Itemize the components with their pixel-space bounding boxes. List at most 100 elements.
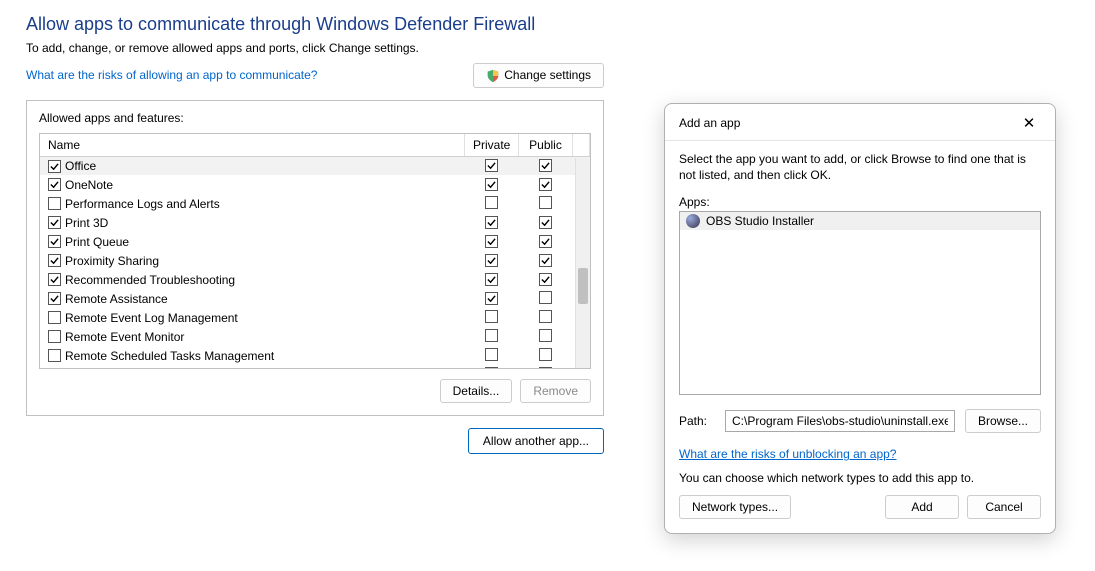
row-name: Print Queue [65, 235, 129, 249]
path-label: Path: [679, 414, 715, 428]
column-header-private[interactable]: Private [465, 134, 519, 157]
row-name: Remote Service Management [65, 368, 224, 369]
details-button[interactable]: Details... [440, 379, 513, 403]
row-name: OneNote [65, 178, 113, 192]
table-row[interactable]: Remote Service Management [40, 365, 590, 369]
row-private-checkbox[interactable] [485, 254, 498, 267]
dialog-title: Add an app [679, 116, 740, 130]
row-private-checkbox[interactable] [485, 348, 498, 361]
row-public-checkbox[interactable] [539, 348, 552, 361]
row-private-checkbox[interactable] [485, 178, 498, 191]
row-enable-checkbox[interactable] [48, 311, 61, 324]
column-header-public[interactable]: Public [519, 134, 573, 157]
table-row[interactable]: Performance Logs and Alerts [40, 194, 590, 213]
row-enable-checkbox[interactable] [48, 254, 61, 267]
cancel-button[interactable]: Cancel [967, 495, 1041, 519]
row-public-checkbox[interactable] [539, 159, 552, 172]
table-row[interactable]: OneNote [40, 175, 590, 194]
table-row[interactable]: Office [40, 156, 590, 175]
row-private-checkbox[interactable] [485, 310, 498, 323]
change-settings-label: Change settings [504, 68, 591, 82]
row-private-checkbox[interactable] [485, 292, 498, 305]
table-row[interactable]: Print 3D [40, 213, 590, 232]
row-enable-checkbox[interactable] [48, 216, 61, 229]
row-enable-checkbox[interactable] [48, 330, 61, 343]
row-name: Remote Event Log Management [65, 311, 238, 325]
row-public-checkbox[interactable] [539, 329, 552, 342]
remove-button[interactable]: Remove [520, 379, 591, 403]
row-name: Recommended Troubleshooting [65, 273, 235, 287]
shield-icon [486, 69, 500, 83]
row-enable-checkbox[interactable] [48, 160, 61, 173]
row-name: Proximity Sharing [65, 254, 159, 268]
row-name: Remote Scheduled Tasks Management [65, 349, 274, 363]
change-settings-button[interactable]: Change settings [473, 63, 604, 88]
choose-network-text: You can choose which network types to ad… [679, 471, 1041, 485]
row-private-checkbox[interactable] [485, 235, 498, 248]
row-name: Remote Assistance [65, 292, 168, 306]
row-enable-checkbox[interactable] [48, 273, 61, 286]
dialog-body: Select the app you want to add, or click… [665, 141, 1055, 533]
row-enable-checkbox[interactable] [48, 292, 61, 305]
dialog-titlebar[interactable]: Add an app ✕ [665, 104, 1055, 141]
row-enable-checkbox[interactable] [48, 368, 61, 369]
table-actions: Details... Remove [39, 379, 591, 403]
table-row[interactable]: Remote Assistance [40, 289, 590, 308]
row-private-checkbox[interactable] [485, 273, 498, 286]
add-app-dialog: Add an app ✕ Select the app you want to … [664, 103, 1056, 534]
row-name: Office [65, 159, 96, 173]
path-input[interactable] [725, 410, 955, 432]
column-header-name[interactable]: Name [40, 134, 465, 157]
row-enable-checkbox[interactable] [48, 178, 61, 191]
apps-label: Apps: [679, 195, 1041, 209]
table-row[interactable]: Remote Event Log Management [40, 308, 590, 327]
path-row: Path: Browse... [679, 409, 1041, 433]
add-button[interactable]: Add [885, 495, 959, 519]
browse-button[interactable]: Browse... [965, 409, 1041, 433]
page-title: Allow apps to communicate through Window… [26, 14, 604, 35]
row-public-checkbox[interactable] [539, 235, 552, 248]
allow-another-app-button[interactable]: Allow another app... [468, 428, 604, 454]
row-private-checkbox[interactable] [485, 329, 498, 342]
row-enable-checkbox[interactable] [48, 197, 61, 210]
table-row[interactable]: Remote Event Monitor [40, 327, 590, 346]
row-public-checkbox[interactable] [539, 178, 552, 191]
row-public-checkbox[interactable] [539, 367, 552, 369]
row-private-checkbox[interactable] [485, 367, 498, 369]
row-public-checkbox[interactable] [539, 291, 552, 304]
row-public-checkbox[interactable] [539, 310, 552, 323]
row-enable-checkbox[interactable] [48, 235, 61, 248]
allowed-apps-table: Name Private Public Office OneNote Perform… [40, 134, 590, 369]
row-public-checkbox[interactable] [539, 254, 552, 267]
row-private-checkbox[interactable] [485, 159, 498, 172]
table-row[interactable]: Recommended Troubleshooting [40, 270, 590, 289]
apps-list-item-label: OBS Studio Installer [706, 214, 814, 228]
risks-link[interactable]: What are the risks of allowing an app to… [26, 68, 317, 82]
network-types-button[interactable]: Network types... [679, 495, 791, 519]
table-row[interactable]: Proximity Sharing [40, 251, 590, 270]
dialog-intro: Select the app you want to add, or click… [679, 151, 1041, 183]
allow-another-row: Allow another app... [26, 428, 604, 454]
scrollbar-thumb[interactable] [578, 268, 588, 304]
apps-list-item[interactable]: OBS Studio Installer [680, 212, 1040, 230]
column-header-scroll [573, 134, 590, 157]
row-public-checkbox[interactable] [539, 273, 552, 286]
apps-list[interactable]: OBS Studio Installer [679, 211, 1041, 395]
page-subtitle: To add, change, or remove allowed apps a… [26, 41, 604, 55]
table-row[interactable]: Remote Scheduled Tasks Management [40, 346, 590, 365]
row-public-checkbox[interactable] [539, 196, 552, 209]
allowed-apps-box: Allowed apps and features: Name Private … [26, 100, 604, 416]
row-name: Print 3D [65, 216, 108, 230]
header-row: What are the risks of allowing an app to… [26, 63, 604, 88]
table-row[interactable]: Print Queue [40, 232, 590, 251]
close-icon[interactable]: ✕ [1015, 114, 1043, 132]
allowed-apps-label: Allowed apps and features: [39, 111, 591, 125]
row-enable-checkbox[interactable] [48, 349, 61, 362]
row-private-checkbox[interactable] [485, 196, 498, 209]
row-public-checkbox[interactable] [539, 216, 552, 229]
row-private-checkbox[interactable] [485, 216, 498, 229]
row-name: Remote Event Monitor [65, 330, 184, 344]
unblock-risks-link[interactable]: What are the risks of unblocking an app? [679, 447, 896, 461]
dialog-buttons: Network types... Add Cancel [679, 495, 1041, 519]
scrollbar[interactable] [575, 158, 590, 368]
